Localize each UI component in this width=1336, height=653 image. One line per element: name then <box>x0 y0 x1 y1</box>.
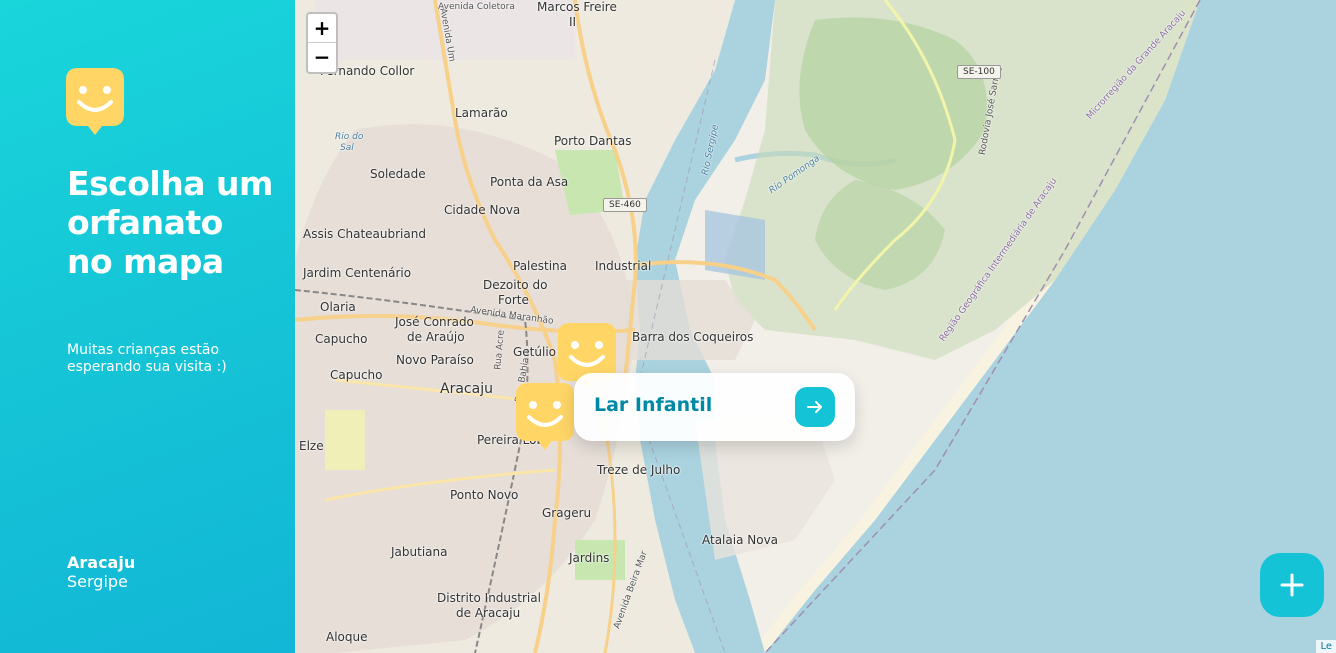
map-label: Soledade <box>370 167 426 181</box>
map[interactable]: Avenida Coletora Marcos Freire II Fernan… <box>295 0 1336 653</box>
plus-icon <box>1280 573 1304 597</box>
map-attribution-link[interactable]: Le <box>1316 640 1336 653</box>
map-label: Assis Chateaubriand <box>303 227 426 241</box>
map-label: Capucho <box>315 332 368 346</box>
map-label: Atalaia Nova <box>702 533 779 547</box>
map-label: Grageru <box>542 506 592 520</box>
happy-face-marker-icon <box>516 383 574 450</box>
map-label: de Araújo <box>407 330 465 344</box>
map-label: Rio do <box>335 132 364 142</box>
popup-title: Lar Infantil <box>594 394 713 416</box>
location-city: Aracaju <box>67 553 136 572</box>
page-subtitle: Muitas crianças estão esperando sua visi… <box>67 342 227 375</box>
map-label: Aracaju <box>440 381 493 397</box>
map-label: Palestina <box>513 259 568 273</box>
map-label: Capucho <box>330 368 383 382</box>
orphanage-popup: Lar Infantil <box>574 373 855 441</box>
map-label: Forte <box>498 293 529 307</box>
map-label: Porto Dantas <box>554 134 632 148</box>
map-label: Dezoito do <box>483 278 548 292</box>
map-label: de Aracaju <box>456 606 521 620</box>
map-label: Marcos Freire <box>537 0 617 14</box>
zoom-in-button[interactable]: + <box>308 14 336 43</box>
zoom-control: + − <box>306 12 338 74</box>
map-label: Jardins <box>569 551 610 565</box>
happy-face-logo-icon <box>66 68 124 136</box>
add-orphanage-button[interactable] <box>1260 553 1324 617</box>
location: Aracaju Sergipe <box>67 553 135 591</box>
arrow-right-icon <box>807 401 822 413</box>
map-label: Treze de Julho <box>597 463 681 477</box>
map-label: Elze <box>299 439 324 453</box>
map-label: José Conrado <box>395 315 474 329</box>
road-shield: SE-460 <box>603 198 647 212</box>
map-label: Novo Paraíso <box>396 353 474 367</box>
view-orphanage-button[interactable] <box>795 387 835 427</box>
road-shield: SE-100 <box>957 65 1001 79</box>
map-label: Industrial <box>595 259 652 273</box>
map-label: Lamarão <box>455 106 508 120</box>
zoom-out-button[interactable]: − <box>308 43 336 72</box>
page-title: Escolha um orfanato no mapa <box>67 164 273 281</box>
map-label: Jardim Centenário <box>303 266 412 280</box>
map-label: Cidade Nova <box>444 203 521 217</box>
map-label: Ponta da Asa <box>490 175 569 189</box>
orphanage-marker[interactable] <box>516 383 574 451</box>
map-label: II <box>569 15 577 29</box>
location-state: Sergipe <box>67 572 128 591</box>
map-label: Aloque <box>326 630 368 644</box>
map-label: Olaria <box>320 300 356 314</box>
map-label: Sal <box>340 143 354 153</box>
map-label: Ponto Novo <box>450 488 519 502</box>
sidebar: Escolha um orfanato no mapa Muitas crian… <box>0 0 295 653</box>
map-label: Barra dos Coqueiros <box>632 330 754 344</box>
map-label: Getúlio <box>513 345 557 359</box>
map-label: Avenida Coletora <box>438 2 515 12</box>
map-label: Jabutiana <box>391 545 448 559</box>
map-label: Distrito Industrial <box>437 591 541 605</box>
